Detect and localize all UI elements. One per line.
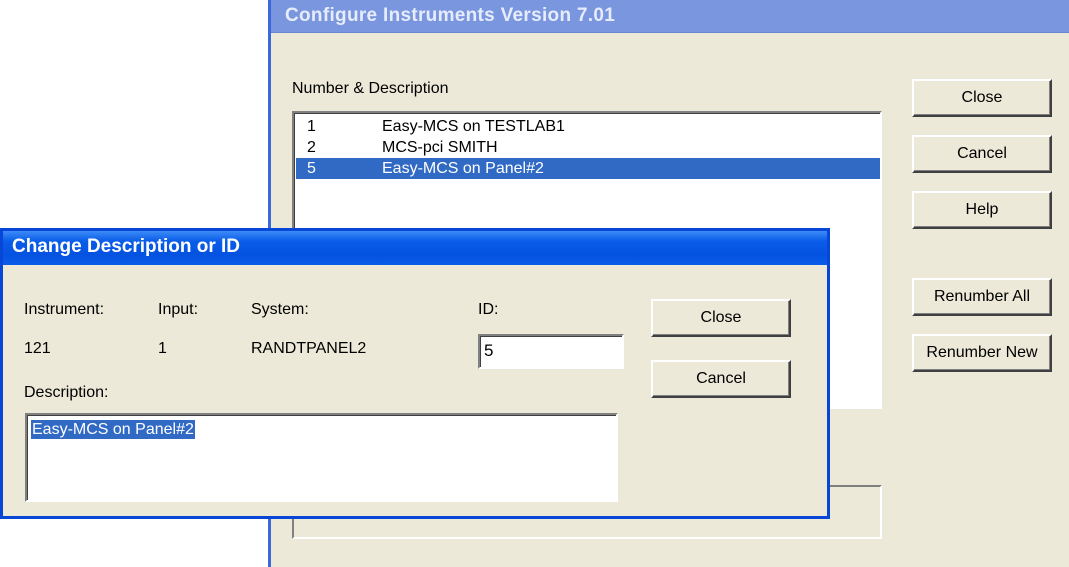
dialog-close-button[interactable]: Close <box>651 299 791 337</box>
change-description-dialog: Change Description or ID Instrument: 121… <box>0 228 830 519</box>
instrument-description: MCS-pci SMITH <box>382 139 498 156</box>
instrument-value: 121 <box>24 340 51 357</box>
list-item[interactable]: 1 Easy-MCS on TESTLAB1 <box>296 116 880 137</box>
id-label: ID: <box>478 301 499 318</box>
dialog-title: Change Description or ID <box>12 236 241 257</box>
instrument-label: Instrument: <box>24 301 105 318</box>
help-button[interactable]: Help <box>912 191 1052 229</box>
description-label: Description: <box>24 384 109 401</box>
renumber-new-button[interactable]: Renumber New <box>912 334 1052 372</box>
instrument-number: 2 <box>307 139 316 156</box>
instrument-description: Easy-MCS on TESTLAB1 <box>382 118 565 135</box>
configure-window-titlebar[interactable]: Configure Instruments Version 7.01 <box>271 0 1069 33</box>
input-label: Input: <box>158 301 199 318</box>
dialog-cancel-button[interactable]: Cancel <box>651 360 791 398</box>
number-description-label: Number & Description <box>292 80 449 97</box>
system-value: RANDTPANEL2 <box>251 340 367 357</box>
instrument-number: 5 <box>307 160 316 177</box>
renumber-all-button[interactable]: Renumber All <box>912 278 1052 316</box>
instrument-description: Easy-MCS on Panel#2 <box>382 160 544 177</box>
cancel-button[interactable]: Cancel <box>912 135 1052 173</box>
dialog-body: Instrument: 121 Input: 1 System: RANDTPA… <box>3 265 827 516</box>
description-text-selected: Easy-MCS on Panel#2 <box>31 420 195 439</box>
dialog-titlebar[interactable]: Change Description or ID <box>3 231 827 265</box>
configure-window-title: Configure Instruments Version 7.01 <box>285 5 616 26</box>
system-label: System: <box>251 301 309 318</box>
list-item[interactable]: 2 MCS-pci SMITH <box>296 137 880 158</box>
list-item-selected[interactable]: 5 Easy-MCS on Panel#2 <box>296 158 880 179</box>
description-field[interactable]: Easy-MCS on Panel#2 <box>25 413 618 502</box>
close-button[interactable]: Close <box>912 79 1052 117</box>
id-field[interactable]: 5 <box>478 334 624 369</box>
input-value: 1 <box>158 340 167 357</box>
instrument-number: 1 <box>307 118 316 135</box>
